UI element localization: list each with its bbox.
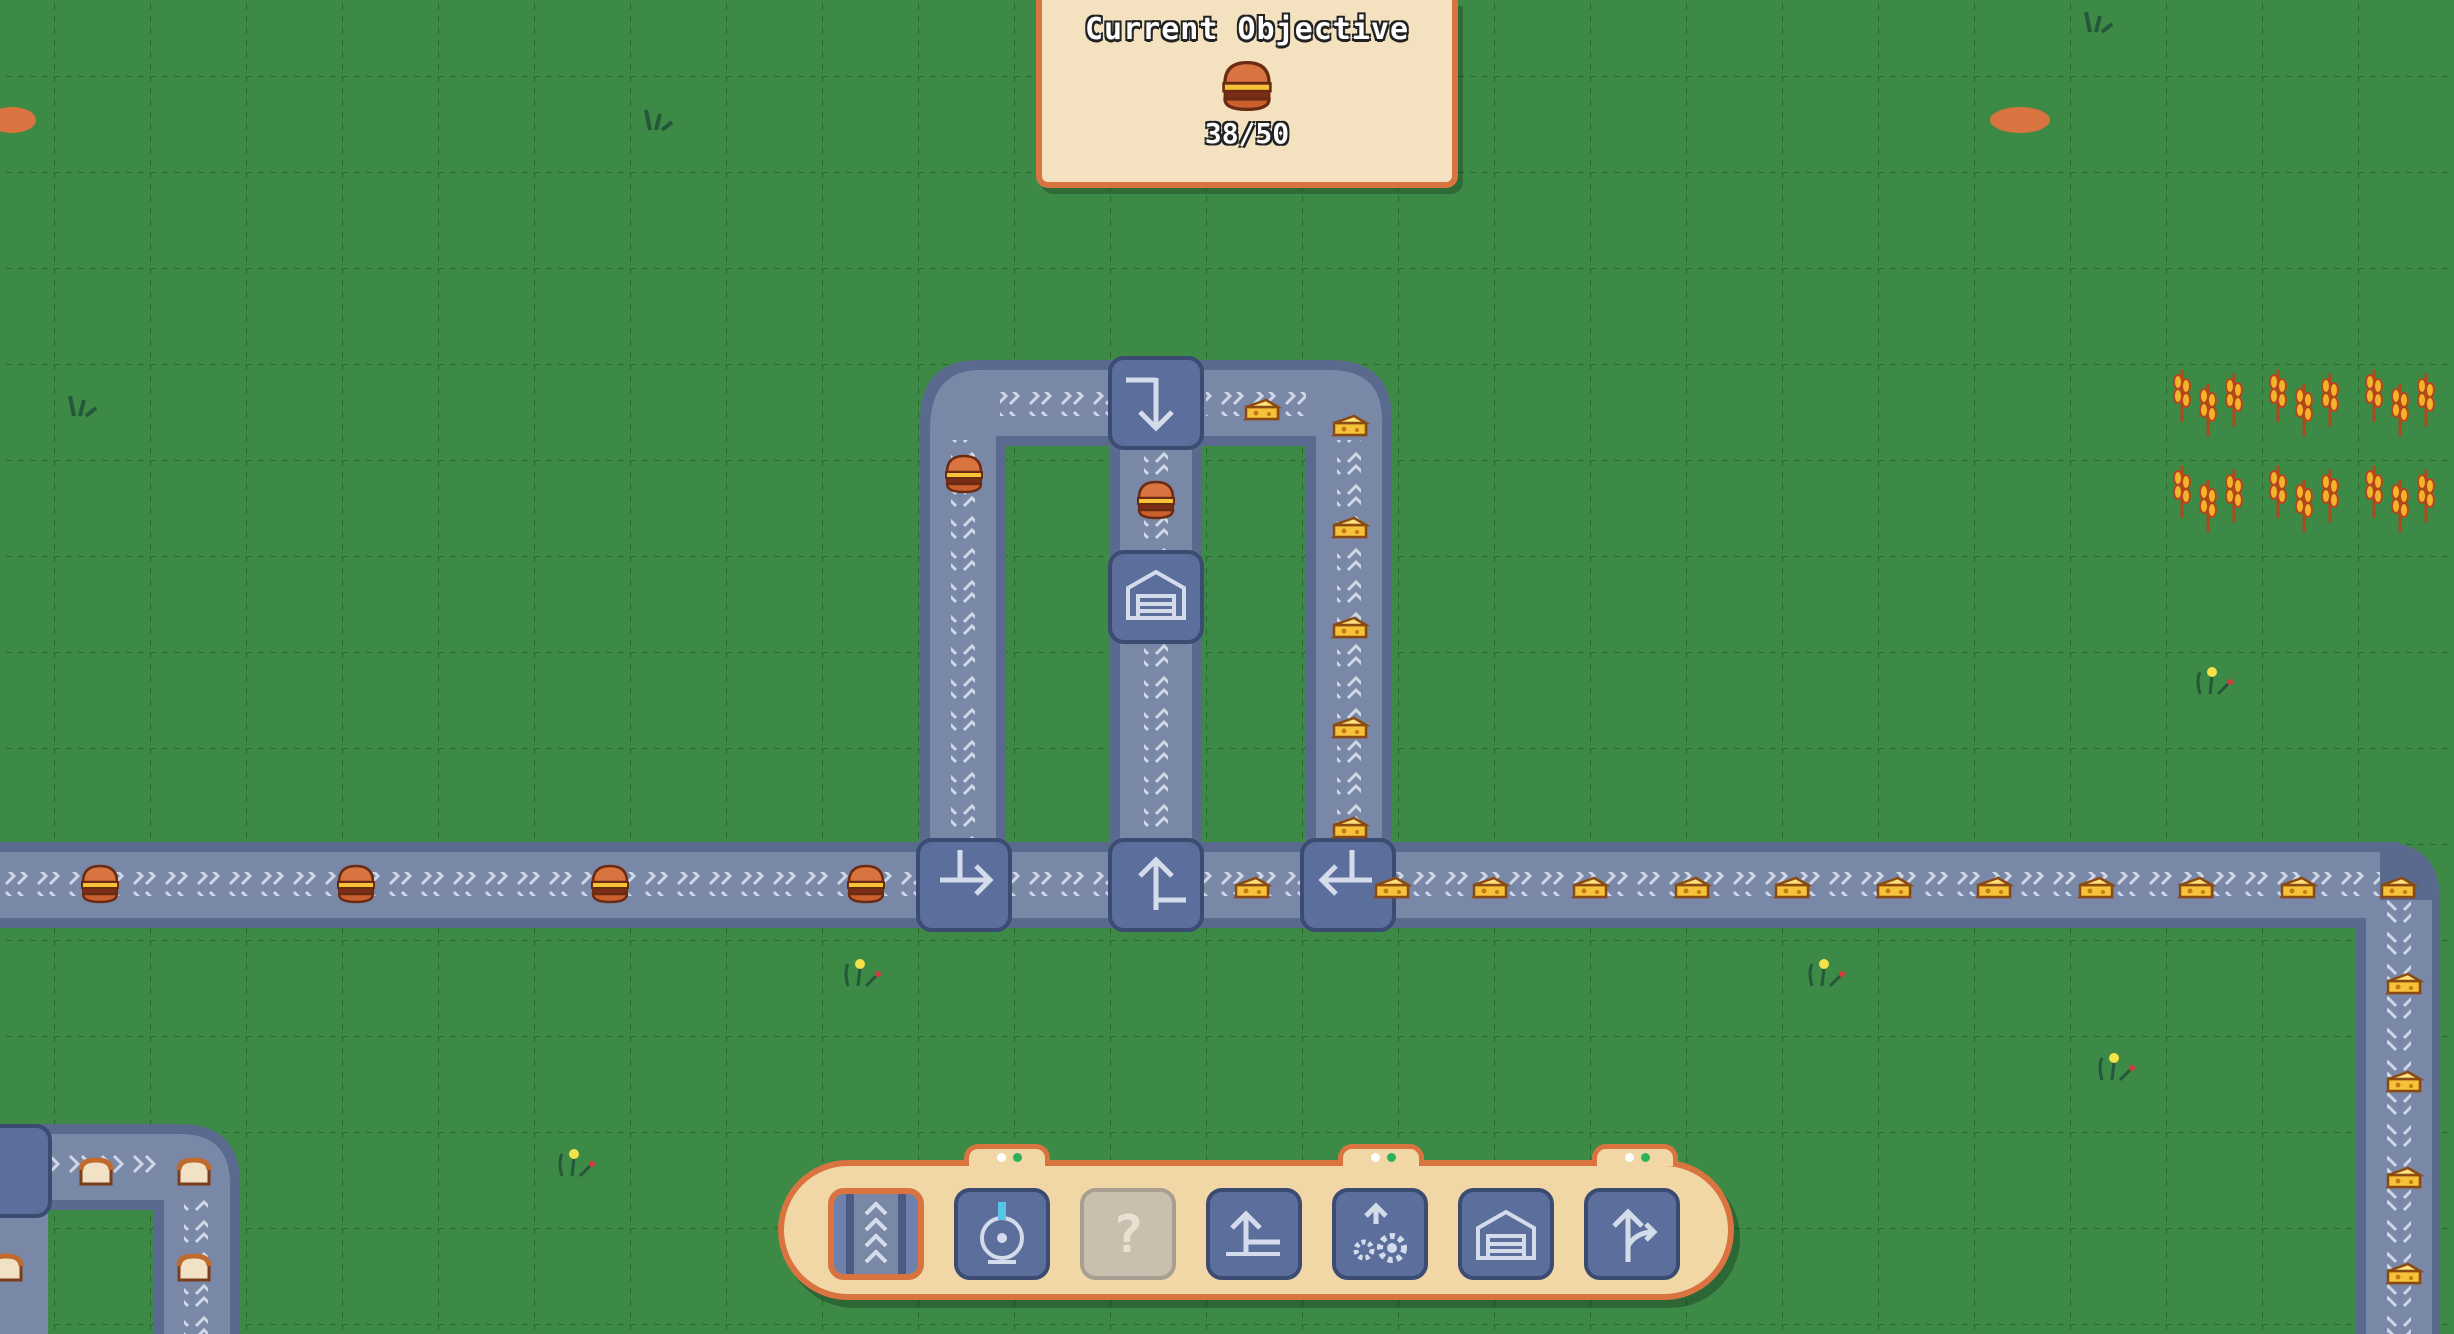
locked-tool[interactable]: ? [1080, 1188, 1176, 1280]
down-junction-top[interactable] [1108, 356, 1204, 450]
sensor-tool[interactable] [954, 1188, 1050, 1280]
merge-junction-up[interactable] [1108, 838, 1204, 932]
splitter-icon [1226, 1210, 1280, 1256]
objective-title: Current Objective [1084, 12, 1410, 47]
build-toolbar: ? [778, 1144, 1734, 1300]
game-stage[interactable]: Current Objective 38/50 ? [0, 0, 2454, 1334]
splitter-tool[interactable] [1206, 1188, 1302, 1280]
svg-text:?: ? [1112, 1205, 1143, 1265]
toolbar-tab[interactable] [964, 1144, 1050, 1166]
objective-progress: 38/50 [1204, 117, 1290, 150]
gears-icon [1353, 1202, 1407, 1263]
burger-icon [1221, 60, 1273, 112]
warehouse-building[interactable] [1108, 550, 1204, 644]
conveyor-belt-icon [846, 1194, 906, 1274]
sensor-icon [980, 1202, 1024, 1264]
game-world[interactable] [0, 0, 2454, 1334]
toolbar-tab[interactable] [1338, 1144, 1424, 1166]
grass-grid[interactable] [0, 0, 2454, 1334]
left-edge-junction[interactable] [0, 1124, 52, 1218]
router-icon [1612, 1208, 1658, 1262]
warehouse-icon [1476, 1209, 1536, 1260]
objective-panel: Current Objective 38/50 [1036, 0, 1458, 188]
storage-tool[interactable] [1458, 1188, 1554, 1280]
router-tool[interactable] [1584, 1188, 1680, 1280]
conveyor-belt-tool[interactable] [828, 1188, 924, 1280]
question-mark-icon: ? [1112, 1205, 1143, 1265]
splitter-junction-left[interactable] [916, 838, 1012, 932]
toolbar-tab[interactable] [1592, 1144, 1678, 1166]
processor-tool[interactable] [1332, 1188, 1428, 1280]
